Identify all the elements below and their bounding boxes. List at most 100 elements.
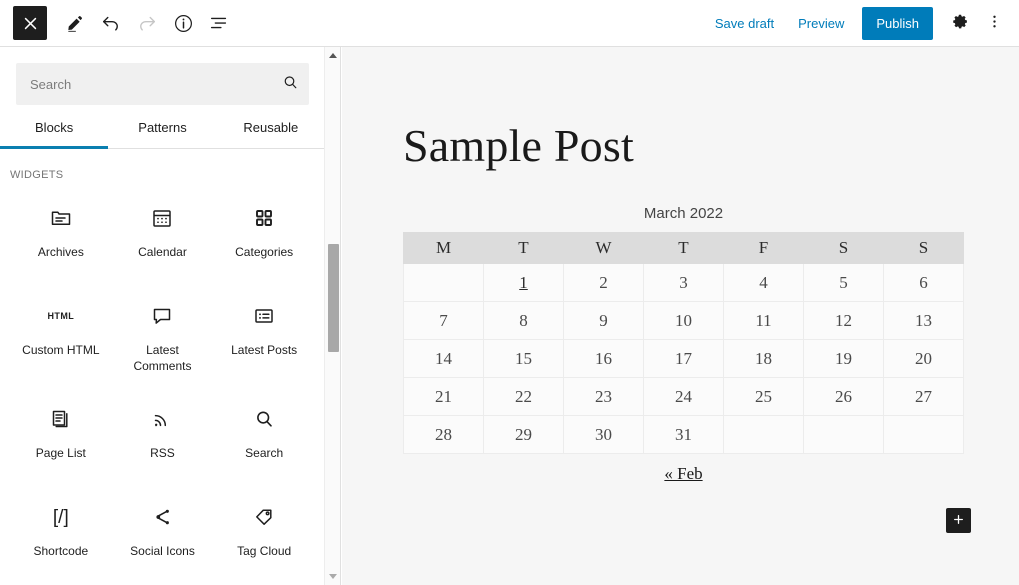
add-block-button[interactable] [946,508,971,533]
close-inserter-button[interactable] [13,6,47,40]
search-icon [249,404,279,434]
undo-button[interactable] [93,5,129,41]
block-label: Custom HTML [22,343,100,357]
block-item-calendar[interactable]: Calendar [112,189,214,281]
list-view-button[interactable] [201,5,237,41]
calendar-day: 12 [803,301,884,340]
shortcode-icon: [/] [52,506,69,528]
edit-mode-button[interactable] [57,5,93,41]
calendar-day: 3 [643,263,724,302]
calendar-navigation: « Feb [403,454,964,484]
block-item-latest-posts[interactable]: Latest Posts [213,287,315,384]
calendar-day-link[interactable]: 1 [519,273,528,292]
rss-icon [147,404,177,434]
inserter-scroll-region: Blocks Patterns Reusable WIDGETS Archive… [0,47,325,585]
widgets-section-title: WIDGETS [10,169,64,181]
more-options-button[interactable] [977,6,1011,40]
calendar-caption: March 2022 [643,205,724,222]
comment-icon [147,301,177,331]
calendar-weekday-header: S [883,232,964,264]
calendar-day: 20 [883,339,964,378]
redo-button[interactable] [129,5,165,41]
calendar-day: 27 [883,377,964,416]
archives-icon [46,203,76,233]
tab-patterns[interactable]: Patterns [108,120,216,148]
details-button[interactable] [165,5,201,41]
calendar-day: 25 [723,377,804,416]
calendar-block[interactable]: March 2022 M T W T F S S 1 2 3 4 5 6 7 8… [403,205,964,484]
editor-canvas: Sample Post March 2022 M T W T F S S 1 2… [342,47,1019,585]
calendar-day-empty [403,263,484,302]
calendar-weekday-header: W [563,232,644,264]
calendar-day: 7 [403,301,484,340]
calendar-weekday-header: F [723,232,804,264]
redo-icon [136,12,158,34]
calendar-day-empty [883,415,964,454]
calendar-table: M T W T F S S 1 2 3 4 5 6 7 8 9 10 11 12… [403,232,964,454]
settings-button[interactable] [943,6,977,40]
calendar-prev-month-link[interactable]: « Feb [664,464,702,483]
block-label: Archives [37,245,84,259]
block-item-page-list[interactable]: Page List [10,390,112,482]
save-draft-button[interactable]: Save draft [703,7,786,40]
calendar-day: 28 [403,415,484,454]
block-label: Search [245,446,284,460]
block-item-categories[interactable]: Categories [213,189,315,281]
tab-reusable[interactable]: Reusable [217,120,325,148]
calendar-day: 9 [563,301,644,340]
calendar-day: 13 [883,301,964,340]
calendar-weekday-header: S [803,232,884,264]
toolbar-left-group [0,5,237,41]
block-item-latest-comments[interactable]: Latest Comments [112,287,214,384]
tab-blocks[interactable]: Blocks [0,120,109,149]
block-label: Latest Posts [231,343,298,357]
calendar-day: 8 [483,301,564,340]
block-item-custom-html[interactable]: HTML Custom HTML [10,287,112,384]
calendar-day: 5 [803,263,884,302]
calendar-weekday-header: T [483,232,564,264]
search-input[interactable] [16,63,309,105]
block-label: Latest Comments [133,343,192,373]
search-icon [282,74,299,94]
plus-icon [952,513,965,529]
calendar-day: 21 [403,377,484,416]
table-row: 28 29 30 31 [403,415,964,454]
calendar-day: 31 [643,415,724,454]
inserter-scrollbar[interactable] [324,47,340,585]
block-label: Shortcode [33,544,89,558]
chevron-down-icon [329,574,337,579]
publish-button[interactable]: Publish [862,6,933,40]
block-item-shortcode[interactable]: [/] Shortcode [10,488,112,580]
gear-icon [951,12,970,34]
calendar-day-empty [803,415,884,454]
block-inserter-panel: Blocks Patterns Reusable WIDGETS Archive… [0,47,341,585]
scroll-down-button[interactable] [325,568,340,585]
scroll-up-button[interactable] [325,47,340,64]
block-item-archives[interactable]: Archives [10,189,112,281]
html-icon: HTML [47,311,75,321]
calendar-day: 26 [803,377,884,416]
search-container [0,47,325,105]
calendar-day: 14 [403,339,484,378]
calendar-icon [147,203,177,233]
toolbar-right-group: Save draft Preview Publish [703,6,1019,40]
calendar-day: 11 [723,301,804,340]
calendar-day: 17 [643,339,724,378]
block-item-search[interactable]: Search [213,390,315,482]
list-view-icon [208,12,230,34]
block-item-tag-cloud[interactable]: Tag Cloud [213,488,315,580]
scrollbar-thumb[interactable] [328,244,339,352]
block-label: Social Icons [130,544,195,558]
calendar-weekday-header: M [403,232,484,264]
search-submit-button[interactable] [277,71,303,97]
block-label: Categories [235,245,294,259]
block-item-social-icons[interactable]: Social Icons [112,488,214,580]
block-item-rss[interactable]: RSS [112,390,214,482]
latest-posts-icon [249,301,279,331]
calendar-day: 29 [483,415,564,454]
calendar-day-today[interactable]: 1 [483,263,564,302]
preview-button[interactable]: Preview [786,7,856,40]
calendar-day: 16 [563,339,644,378]
page-title[interactable]: Sample Post [403,120,634,172]
ellipsis-vertical-icon [985,12,1004,34]
